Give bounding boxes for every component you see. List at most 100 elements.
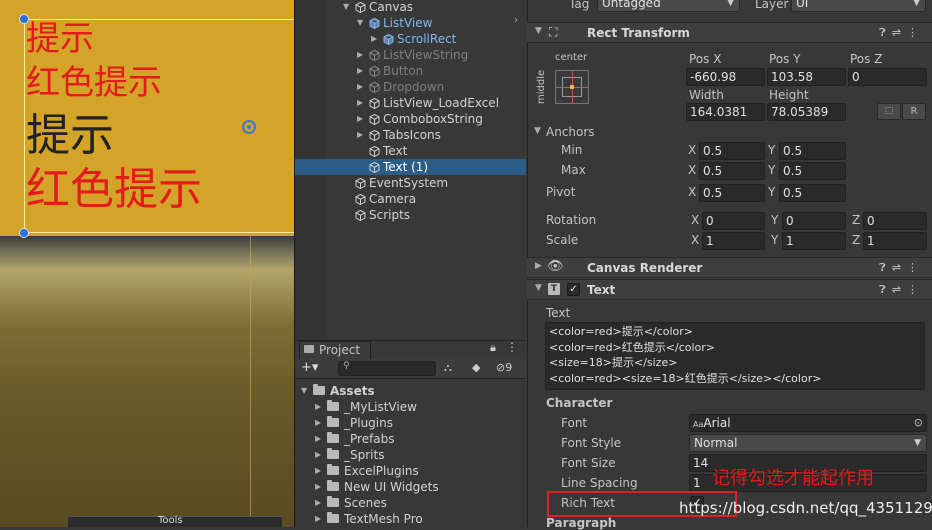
hierarchy-item[interactable]: ▶ ComboboxString	[295, 111, 526, 127]
height-field[interactable]: 78.05389	[767, 103, 846, 121]
layer-dropdown[interactable]: UI ▼	[791, 0, 926, 12]
project-folder-item[interactable]: ▶ _Sprits	[295, 447, 526, 463]
text-component-header[interactable]: ▼ T ✓ Text ❓︎⇌⋮	[527, 279, 932, 300]
anchor-preset-button[interactable]	[555, 70, 589, 104]
collapse-arrow-icon[interactable]: ▶	[357, 79, 363, 95]
tag-dropdown[interactable]: Untagged ▼	[597, 0, 740, 12]
rect-handle-top-left[interactable]	[19, 14, 29, 24]
chevron-right-icon[interactable]: ›	[514, 15, 518, 26]
tools-overlay[interactable]: Tools	[68, 515, 282, 527]
component-header-icons[interactable]: ❓︎⇌⋮	[879, 26, 924, 40]
tag-label: Tag	[569, 0, 590, 11]
collapse-arrow-icon[interactable]: ▶	[315, 447, 321, 463]
filter-label-icon[interactable]: ◆	[472, 361, 480, 374]
pivot-y-field[interactable]: 0.5	[779, 184, 846, 202]
width-field[interactable]: 164.0381	[686, 103, 765, 121]
lock-icon[interactable]: 🔒︎	[490, 341, 496, 355]
folder-icon	[327, 464, 339, 475]
font-field[interactable]: AaArial ⊙	[689, 414, 927, 432]
rotation-z-field[interactable]: 0	[863, 212, 927, 230]
pos-x-field[interactable]: -660.98	[686, 68, 765, 86]
tab-project[interactable]: Project	[299, 341, 371, 359]
rotation-x-field[interactable]: 0	[702, 212, 765, 230]
rect-transform-header[interactable]: ▼ ⛶ Rect Transform ❓︎⇌⋮	[527, 22, 932, 43]
expand-arrow-icon[interactable]: ▼	[357, 15, 363, 31]
expand-arrow-icon[interactable]: ▼	[301, 383, 307, 399]
project-folder-item[interactable]: ▶ _Plugins	[295, 415, 526, 431]
collapse-arrow-icon[interactable]: ▶	[357, 47, 363, 63]
scale-x-field[interactable]: 1	[702, 232, 765, 250]
hidden-packages-button[interactable]: ⊘9	[496, 361, 512, 374]
hierarchy-item[interactable]: ▶ ListView_LoadExcel	[295, 95, 526, 111]
project-folder-item[interactable]: ▶ ExcelPlugins	[295, 463, 526, 479]
collapse-arrow-icon[interactable]: ▶	[357, 63, 363, 79]
kebab-menu-icon[interactable]: ⋮	[506, 340, 518, 354]
text-content-field[interactable]: <color=red>提示</color> <color=red>红色提示</c…	[545, 322, 925, 390]
collapse-arrow-icon[interactable]: ▶	[315, 511, 321, 527]
scale-y-field[interactable]: 1	[782, 232, 846, 250]
font-style-dropdown[interactable]: Normal ▼	[689, 434, 927, 452]
hierarchy-item[interactable]: ▼ ListView	[295, 15, 526, 31]
hierarchy-item[interactable]: Text	[295, 143, 526, 159]
anchors-expand-icon[interactable]: ▼	[534, 126, 541, 136]
collapse-arrow-icon[interactable]: ▶	[315, 415, 321, 431]
pivot-handle[interactable]	[242, 120, 256, 134]
scene-view[interactable]: 提示 红色提示 提示 红色提示 Tools	[0, 0, 294, 527]
eye-icon: 👁︎	[547, 259, 564, 274]
project-root-item[interactable]: ▼ Assets	[295, 383, 526, 399]
anchor-max-x-field[interactable]: 0.5	[699, 162, 765, 180]
collapse-arrow-icon[interactable]: ▶	[315, 479, 321, 495]
collapse-arrow-icon[interactable]: ▶	[535, 261, 542, 271]
filter-type-icon[interactable]: ⛬	[444, 361, 452, 375]
prefab-icon	[383, 33, 394, 46]
anchors-label[interactable]: Anchors	[546, 125, 595, 139]
collapse-arrow-icon[interactable]: ▶	[357, 127, 363, 143]
text-label: Text	[546, 306, 571, 320]
project-search-input[interactable]: ⚲	[338, 361, 436, 376]
project-folder-item[interactable]: ▶ New UI Widgets	[295, 479, 526, 495]
hierarchy-item[interactable]: ▶ Button	[295, 63, 526, 79]
pos-y-field[interactable]: 103.58	[767, 68, 846, 86]
component-enabled-checkbox[interactable]: ✓	[567, 283, 580, 296]
add-asset-button[interactable]: +▾	[301, 360, 318, 375]
collapse-arrow-icon[interactable]: ▶	[357, 111, 363, 127]
object-picker-icon[interactable]: ⊙	[914, 415, 923, 431]
anchor-min-y-field[interactable]: 0.5	[779, 142, 846, 160]
project-folder-item[interactable]: ▶ _Prefabs	[295, 431, 526, 447]
hierarchy-item[interactable]: Camera	[295, 191, 526, 207]
blueprint-mode-button[interactable]: ⬚	[877, 103, 901, 120]
collapse-arrow-icon[interactable]: ▶	[357, 95, 363, 111]
anchor-max-y-field[interactable]: 0.5	[779, 162, 846, 180]
expand-arrow-icon[interactable]: ▼	[343, 0, 349, 15]
raw-edit-button[interactable]: R	[902, 103, 926, 120]
project-folder-item[interactable]: ▶ TextMesh Pro	[295, 511, 526, 527]
project-folder-item[interactable]: ▶ Scenes	[295, 495, 526, 511]
kebab-menu-icon: ⋮	[907, 283, 924, 296]
collapse-arrow-icon[interactable]: ▶	[315, 495, 321, 511]
rotation-y-field[interactable]: 0	[782, 212, 846, 230]
hierarchy-item[interactable]: ▶ TabsIcons	[295, 127, 526, 143]
component-header-icons[interactable]: ❓︎⇌⋮	[879, 283, 924, 297]
hierarchy-item[interactable]: EventSystem	[295, 175, 526, 191]
rect-handle-bottom-left[interactable]	[19, 228, 29, 238]
anchor-min-x-field[interactable]: 0.5	[699, 142, 765, 160]
hierarchy-item[interactable]: ▶ ScrollRect	[295, 31, 526, 47]
collapse-arrow-icon[interactable]: ▶	[371, 31, 377, 47]
hierarchy-item[interactable]: Text (1)	[295, 159, 526, 175]
pos-z-field[interactable]: 0	[848, 68, 927, 86]
expand-arrow-icon[interactable]: ▼	[535, 283, 542, 293]
hierarchy-item[interactable]: ▼ Canvas	[295, 0, 526, 15]
hierarchy-item[interactable]: ▶ Dropdown	[295, 79, 526, 95]
expand-arrow-icon[interactable]: ▼	[535, 26, 542, 36]
project-folder-item[interactable]: ▶ _MyListView	[295, 399, 526, 415]
pivot-x-field[interactable]: 0.5	[699, 184, 765, 202]
scale-z-field[interactable]: 1	[863, 232, 927, 250]
collapse-arrow-icon[interactable]: ▶	[315, 399, 321, 415]
canvas-renderer-header[interactable]: ▶ 👁︎ Canvas Renderer ❓︎⇌⋮	[527, 257, 932, 278]
hierarchy-item[interactable]: Scripts	[295, 207, 526, 223]
collapse-arrow-icon[interactable]: ▶	[315, 463, 321, 479]
component-header-icons[interactable]: ❓︎⇌⋮	[879, 261, 924, 275]
font-value: Arial	[703, 416, 731, 430]
hierarchy-item[interactable]: ▶ ListViewString	[295, 47, 526, 63]
collapse-arrow-icon[interactable]: ▶	[315, 431, 321, 447]
